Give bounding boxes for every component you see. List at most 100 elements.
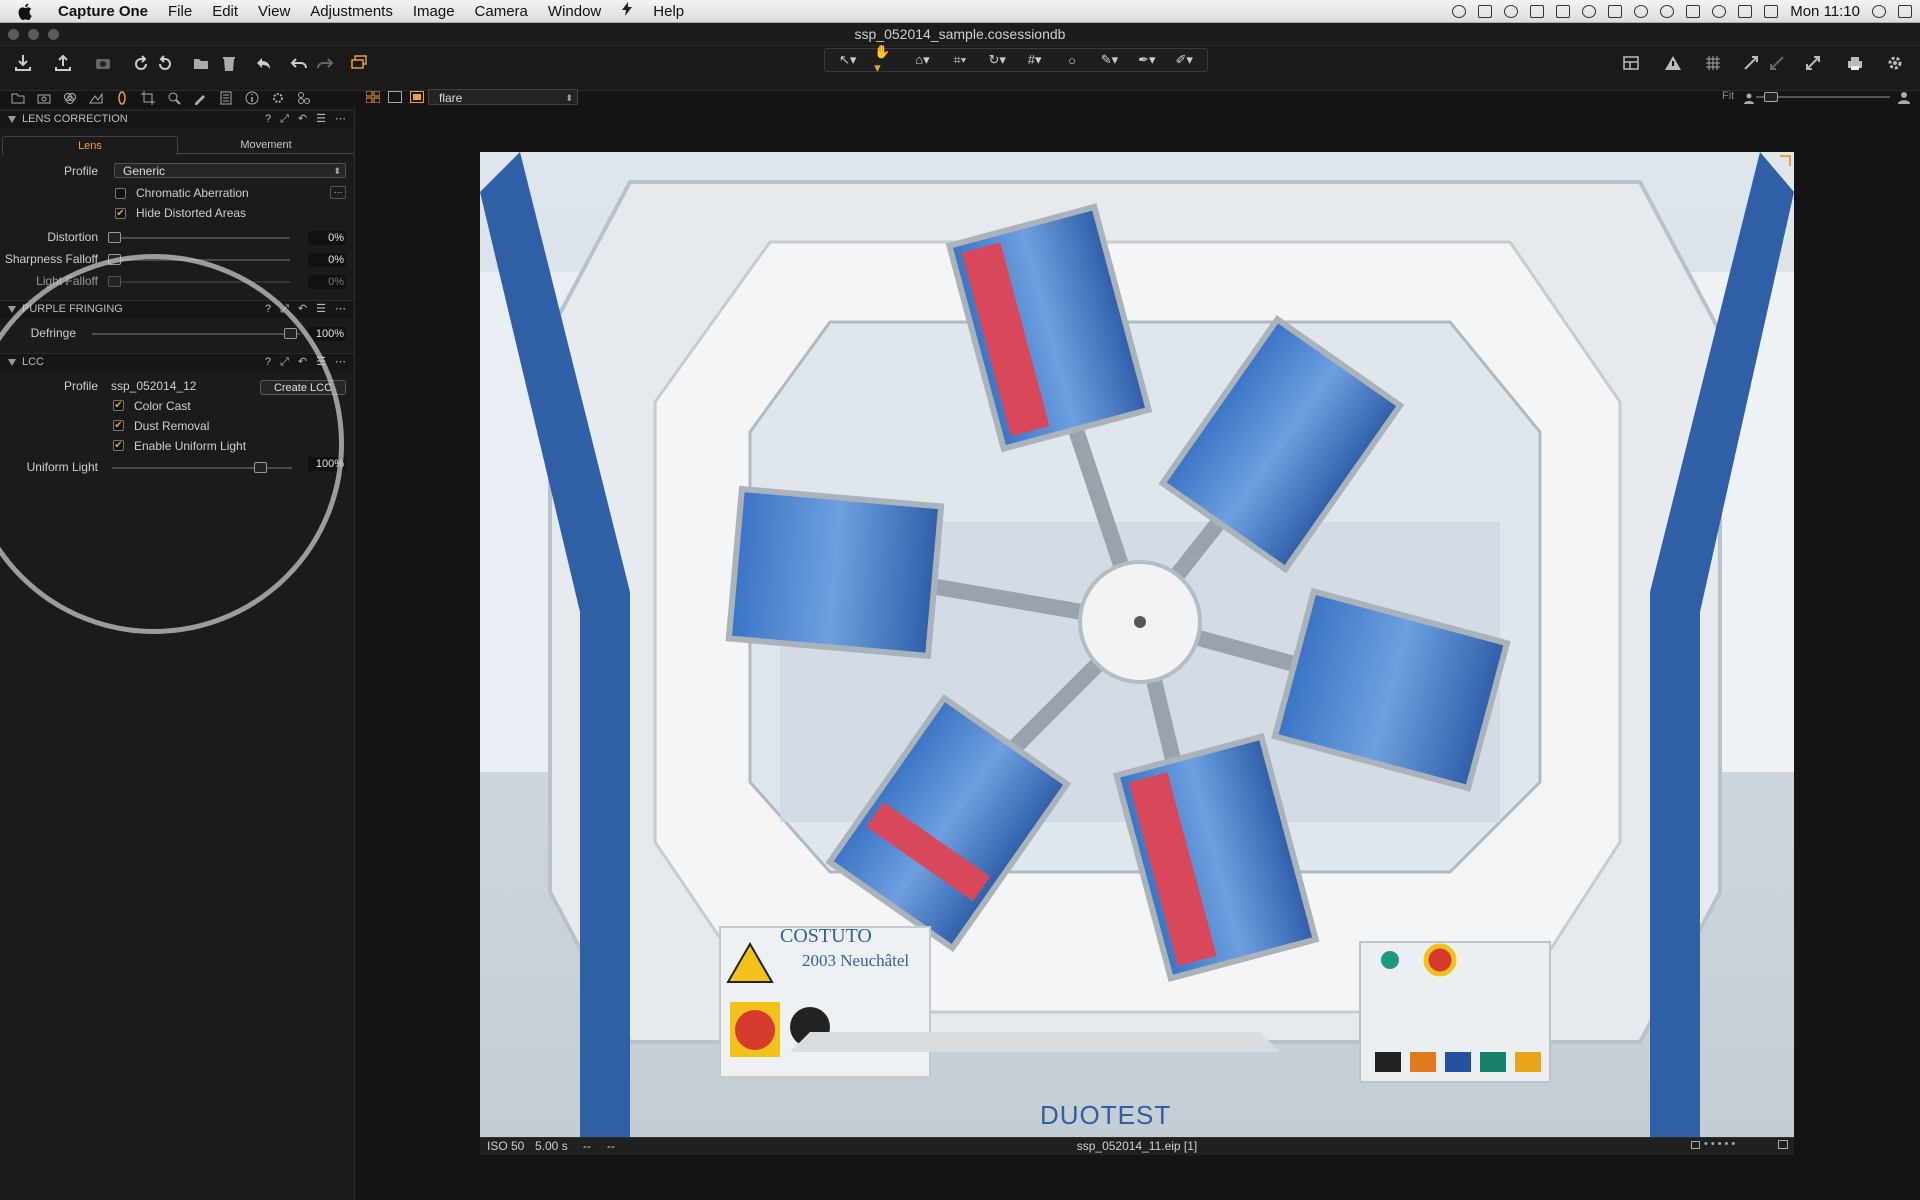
- defringe-value[interactable]: 100%: [308, 327, 346, 341]
- menu-camera[interactable]: Camera: [465, 3, 538, 20]
- copy-adjustments-icon[interactable]: [1738, 50, 1764, 76]
- trash-icon[interactable]: [216, 50, 242, 76]
- help-icon[interactable]: ?: [265, 111, 271, 128]
- notification-center-icon[interactable]: [1898, 4, 1912, 18]
- keystone-icon[interactable]: ⌂▾: [911, 52, 933, 68]
- clock[interactable]: Mon 11:10: [1790, 3, 1860, 20]
- time-machine-icon[interactable]: [1634, 4, 1649, 18]
- grid-view-icon[interactable]: [1700, 50, 1726, 76]
- export-icon[interactable]: [50, 50, 76, 76]
- reset-section-icon[interactable]: ↶: [298, 301, 307, 318]
- color-tab-icon[interactable]: [58, 89, 82, 107]
- distortion-value[interactable]: 0%: [308, 231, 346, 245]
- grid-icon[interactable]: #▾: [1024, 52, 1046, 68]
- capture-icon[interactable]: [90, 50, 116, 76]
- rotate-tool-icon[interactable]: ↻▾: [986, 52, 1008, 68]
- dropbox-icon[interactable]: [1478, 4, 1493, 18]
- menu-file[interactable]: File: [158, 3, 202, 20]
- screen-icon[interactable]: [1556, 4, 1571, 18]
- tab-movement[interactable]: Movement: [180, 136, 352, 154]
- lens-correction-header[interactable]: LENS CORRECTION ? ⤢ ↶ ☰ ⋯: [0, 110, 354, 128]
- hide-distorted-checkbox[interactable]: ✔: [115, 208, 126, 219]
- light-falloff-value[interactable]: 0%: [308, 275, 346, 289]
- keyboard-icon[interactable]: [1738, 4, 1753, 18]
- print-icon[interactable]: [1842, 50, 1868, 76]
- menu-help[interactable]: Help: [643, 3, 694, 20]
- more-icon[interactable]: ⋯: [335, 301, 346, 318]
- presets-icon[interactable]: ☰: [316, 111, 326, 128]
- layout-icon[interactable]: [1618, 50, 1644, 76]
- move-to-folder-icon[interactable]: [188, 50, 214, 76]
- annotate-icon[interactable]: ✐▾: [1173, 52, 1195, 68]
- script-icon[interactable]: [611, 2, 643, 20]
- spotlight-icon[interactable]: [1872, 4, 1886, 18]
- metadata-tab-icon[interactable]: [240, 89, 264, 107]
- menu-view[interactable]: View: [248, 3, 300, 20]
- pan-hand-icon[interactable]: ✋▾: [874, 44, 896, 75]
- apply-adjustments-icon[interactable]: [1764, 50, 1790, 76]
- select-cursor-icon[interactable]: ↖▾: [837, 52, 859, 68]
- menu-app-name[interactable]: Capture One: [48, 3, 158, 20]
- battery-icon[interactable]: [1764, 4, 1779, 18]
- volume-icon[interactable]: [1686, 4, 1701, 18]
- lens-profile-dropdown[interactable]: Generic ⬍: [114, 163, 346, 178]
- h-icon[interactable]: [1608, 4, 1623, 18]
- tab-lens[interactable]: Lens: [2, 136, 178, 155]
- exposure-tab-icon[interactable]: [84, 89, 108, 107]
- brush-icon[interactable]: ✎▾: [1098, 52, 1120, 68]
- chromatic-aberration-checkbox[interactable]: [115, 188, 126, 199]
- composition-tab-icon[interactable]: [136, 89, 160, 107]
- sharpness-value[interactable]: 0%: [308, 253, 346, 267]
- crop-icon[interactable]: ⌗▾: [949, 52, 971, 68]
- creative-cloud-icon[interactable]: [1504, 4, 1519, 18]
- single-view-icon[interactable]: [388, 90, 402, 103]
- variant-name-field[interactable]: flare ⬍: [428, 89, 578, 105]
- reset-section-icon[interactable]: ↶: [298, 111, 307, 128]
- adjustments-tab-icon[interactable]: [214, 89, 238, 107]
- notification-icon[interactable]: [1452, 4, 1467, 18]
- reset-icon[interactable]: [250, 50, 276, 76]
- crop-indicator-icon[interactable]: [1691, 1141, 1700, 1149]
- settings-icon[interactable]: [1882, 50, 1908, 76]
- menu-image[interactable]: Image: [403, 3, 465, 20]
- presets-icon[interactable]: ☰: [316, 301, 326, 318]
- zoom-slider-knob[interactable]: [1764, 92, 1778, 102]
- rotate-left-icon[interactable]: [128, 50, 154, 76]
- more-icon[interactable]: ⋯: [335, 354, 346, 371]
- batch-tab-icon[interactable]: [292, 89, 316, 107]
- details-tab-icon[interactable]: [162, 89, 186, 107]
- ca-options-button[interactable]: ⋯: [330, 186, 346, 199]
- browser-grid-icon[interactable]: [365, 90, 381, 104]
- lens-tab-icon[interactable]: [110, 89, 134, 107]
- spot-removal-icon[interactable]: ○: [1061, 52, 1083, 68]
- tool-icon[interactable]: [1582, 4, 1597, 18]
- redo-icon[interactable]: [312, 50, 338, 76]
- bluetooth-icon[interactable]: [1660, 4, 1675, 18]
- import-icon[interactable]: [10, 50, 36, 76]
- library-tab-icon[interactable]: [6, 89, 30, 107]
- variants-icon[interactable]: [346, 50, 372, 76]
- copy-apply-icon[interactable]: ⤢: [280, 111, 289, 128]
- output-tab-icon[interactable]: [266, 89, 290, 107]
- primary-variant-icon[interactable]: [410, 90, 424, 103]
- local-adjustments-tab-icon[interactable]: [188, 89, 212, 107]
- menu-edit[interactable]: Edit: [202, 3, 248, 20]
- viewer-image[interactable]: COSTUTO 2003 Neuchâtel DUOTEST: [480, 152, 1794, 1137]
- zoom-slider[interactable]: [1756, 90, 1890, 104]
- rating-dots[interactable]: •••••: [1704, 1138, 1738, 1150]
- collapse-triangle-icon[interactable]: [8, 306, 16, 313]
- distortion-slider-knob[interactable]: [108, 232, 121, 243]
- menu-window[interactable]: Window: [538, 3, 611, 20]
- apple-icon[interactable]: [16, 2, 34, 20]
- collapse-triangle-icon[interactable]: [8, 116, 16, 123]
- capture-tab-icon[interactable]: [32, 89, 56, 107]
- wifi-icon[interactable]: [1712, 4, 1727, 18]
- more-icon[interactable]: ⋯: [335, 111, 346, 128]
- display-icon[interactable]: [1530, 4, 1545, 18]
- color-picker-icon[interactable]: ✒▾: [1136, 52, 1158, 68]
- rotate-right-icon[interactable]: [152, 50, 178, 76]
- color-tag-icon[interactable]: [1778, 1140, 1788, 1149]
- menu-adjustments[interactable]: Adjustments: [300, 3, 403, 20]
- undo-icon[interactable]: [286, 50, 312, 76]
- full-screen-icon[interactable]: [1800, 50, 1826, 76]
